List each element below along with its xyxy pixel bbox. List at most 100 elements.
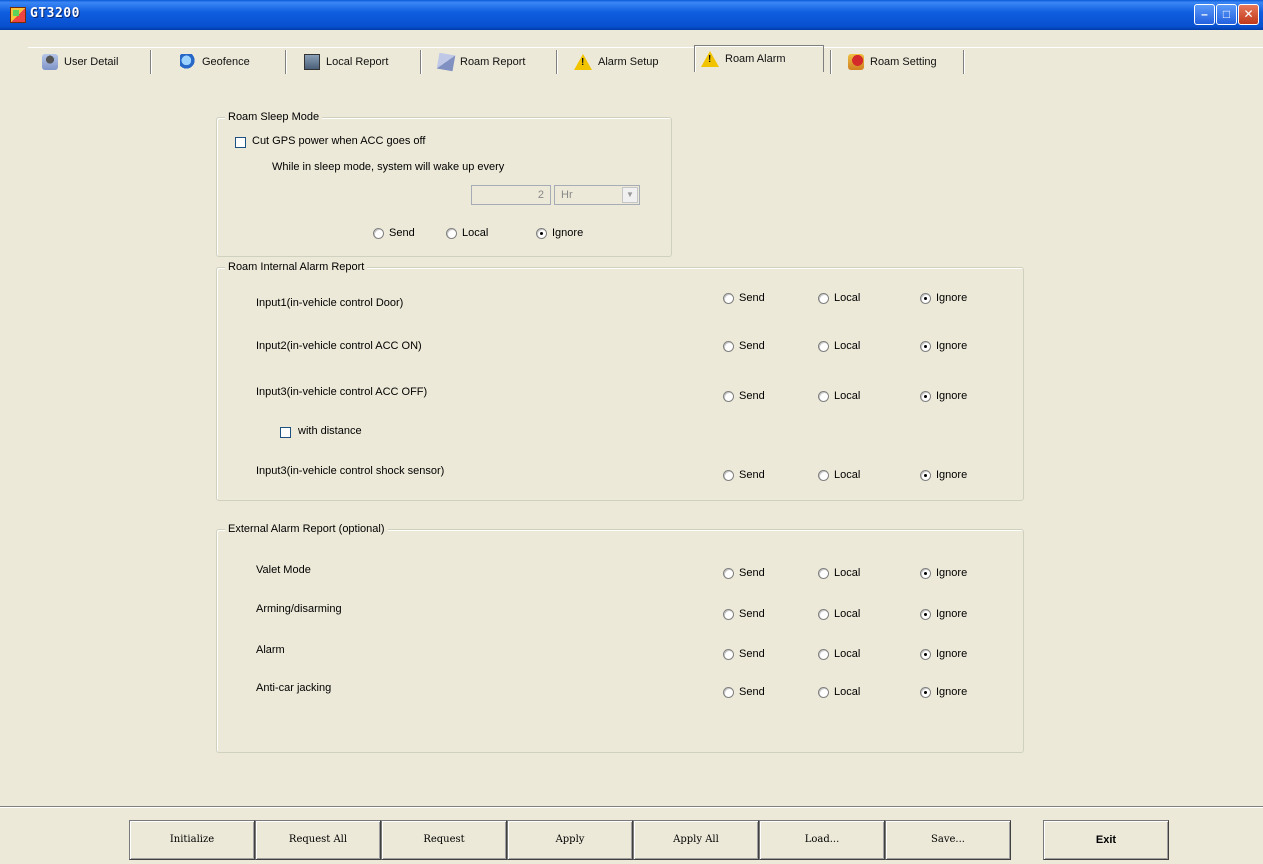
window-title: GT3200 bbox=[30, 6, 80, 21]
tab-separator bbox=[556, 50, 558, 74]
cut-gps-checkbox[interactable] bbox=[235, 137, 246, 148]
anti-jacking-ignore-radio[interactable]: Ignore bbox=[920, 686, 967, 698]
radio-dot bbox=[920, 340, 931, 352]
tab-separator bbox=[420, 50, 422, 74]
sleep-local-radio[interactable]: Local bbox=[446, 227, 488, 239]
radio-dot bbox=[818, 340, 829, 352]
tab-label: Roam Alarm bbox=[725, 53, 786, 65]
radio-dot bbox=[723, 608, 734, 620]
tab-label: Roam Report bbox=[460, 55, 526, 68]
tab-label: Local Report bbox=[326, 55, 389, 68]
minimize-button[interactable]: – bbox=[1194, 4, 1215, 25]
input3-local-radio[interactable]: Local bbox=[818, 390, 860, 402]
radio-dot bbox=[818, 648, 829, 660]
wake-up-text: While in sleep mode, system will wake up… bbox=[272, 161, 505, 173]
tab-label: User Detail bbox=[64, 55, 119, 68]
settings-icon bbox=[848, 53, 864, 70]
anti-jacking-send-radio[interactable]: Send bbox=[723, 686, 765, 698]
initialize-button[interactable]: Initialize bbox=[129, 820, 255, 860]
tab-roam-report[interactable]: Roam Report bbox=[432, 48, 531, 75]
tab-local-report[interactable]: Local Report bbox=[298, 48, 394, 75]
input1-local-radio[interactable]: Local bbox=[818, 292, 860, 304]
internal-row-label: Input3(in-vehicle control shock sensor) bbox=[256, 465, 445, 477]
radio-dot bbox=[818, 390, 829, 402]
group-title: Roam Internal Alarm Report bbox=[225, 261, 368, 273]
input3-send-radio[interactable]: Send bbox=[723, 390, 765, 402]
group-title: Roam Sleep Mode bbox=[225, 111, 323, 123]
radio-dot bbox=[920, 292, 931, 304]
tab-separator bbox=[963, 50, 965, 74]
tab-roam-setting[interactable]: Roam Setting bbox=[842, 48, 943, 75]
radio-dot bbox=[723, 292, 734, 304]
roam-icon bbox=[436, 52, 456, 71]
sleep-send-radio[interactable]: Send bbox=[373, 227, 415, 239]
sleep-ignore-radio[interactable]: Ignore bbox=[536, 227, 583, 239]
valet-send-radio[interactable]: Send bbox=[723, 567, 765, 579]
radio-dot bbox=[446, 227, 457, 239]
external-row-label: Anti-car jacking bbox=[256, 682, 332, 694]
request-all-button[interactable]: Request All bbox=[255, 820, 381, 860]
cut-gps-label: Cut GPS power when ACC goes off bbox=[252, 135, 426, 147]
tab-roam-alarm[interactable]: Roam Alarm bbox=[694, 45, 824, 72]
valet-local-radio[interactable]: Local bbox=[818, 567, 860, 579]
user-icon bbox=[42, 53, 58, 70]
input4-send-radio[interactable]: Send bbox=[723, 469, 765, 481]
tab-alarm-setup[interactable]: Alarm Setup bbox=[568, 48, 665, 75]
radio-dot bbox=[818, 469, 829, 481]
with-distance-label: with distance bbox=[298, 425, 362, 437]
radio-dot bbox=[723, 469, 734, 481]
title-bar[interactable]: GT3200 – □ ✕ bbox=[0, 0, 1263, 30]
wake-interval-input[interactable]: 2 bbox=[471, 185, 551, 205]
alarm-local-radio[interactable]: Local bbox=[818, 648, 860, 660]
input3-ignore-radio[interactable]: Ignore bbox=[920, 390, 967, 402]
alarm-ignore-radio[interactable]: Ignore bbox=[920, 648, 967, 660]
warning-icon bbox=[701, 51, 719, 67]
apply-button[interactable]: Apply bbox=[507, 820, 633, 860]
group-title: External Alarm Report (optional) bbox=[225, 523, 388, 535]
wake-unit-value: Hr bbox=[561, 189, 573, 201]
radio-dot bbox=[920, 390, 931, 402]
input4-ignore-radio[interactable]: Ignore bbox=[920, 469, 967, 481]
tab-label: Alarm Setup bbox=[598, 55, 659, 68]
external-alarm-group: External Alarm Report (optional) bbox=[216, 523, 1024, 753]
radio-dot bbox=[723, 648, 734, 660]
internal-row-label: Input1(in-vehicle control Door) bbox=[256, 297, 404, 309]
input2-local-radio[interactable]: Local bbox=[818, 340, 860, 352]
exit-button[interactable]: Exit bbox=[1043, 820, 1169, 860]
chevron-down-icon[interactable]: ▼ bbox=[622, 187, 638, 203]
input2-send-radio[interactable]: Send bbox=[723, 340, 765, 352]
arming-ignore-radio[interactable]: Ignore bbox=[920, 608, 967, 620]
input1-ignore-radio[interactable]: Ignore bbox=[920, 292, 967, 304]
input1-send-radio[interactable]: Send bbox=[723, 292, 765, 304]
arming-send-radio[interactable]: Send bbox=[723, 608, 765, 620]
tab-user-detail[interactable]: User Detail bbox=[36, 48, 124, 75]
save-button[interactable]: Save... bbox=[885, 820, 1011, 860]
apply-all-button[interactable]: Apply All bbox=[633, 820, 759, 860]
with-distance-checkbox[interactable] bbox=[280, 427, 291, 438]
radio-dot bbox=[536, 227, 547, 239]
radio-dot bbox=[723, 340, 734, 352]
radio-dot bbox=[818, 608, 829, 620]
radio-dot bbox=[920, 469, 931, 481]
radio-dot bbox=[920, 567, 931, 579]
maximize-button[interactable]: □ bbox=[1216, 4, 1237, 25]
close-button[interactable]: ✕ bbox=[1238, 4, 1259, 25]
radio-dot bbox=[818, 686, 829, 698]
valet-ignore-radio[interactable]: Ignore bbox=[920, 567, 967, 579]
anti-jacking-local-radio[interactable]: Local bbox=[818, 686, 860, 698]
request-button[interactable]: Request bbox=[381, 820, 507, 860]
tab-separator bbox=[830, 50, 832, 74]
radio-dot bbox=[920, 686, 931, 698]
wake-unit-select[interactable]: Hr ▼ bbox=[554, 185, 640, 205]
external-row-label: Arming/disarming bbox=[256, 603, 342, 615]
input2-ignore-radio[interactable]: Ignore bbox=[920, 340, 967, 352]
load-button[interactable]: Load... bbox=[759, 820, 885, 860]
arming-local-radio[interactable]: Local bbox=[818, 608, 860, 620]
tab-geofence[interactable]: Geofence bbox=[174, 48, 256, 75]
alarm-send-radio[interactable]: Send bbox=[723, 648, 765, 660]
tab-separator bbox=[285, 50, 287, 74]
tab-separator bbox=[150, 50, 152, 74]
radio-dot bbox=[920, 608, 931, 620]
radio-dot bbox=[723, 390, 734, 402]
input4-local-radio[interactable]: Local bbox=[818, 469, 860, 481]
